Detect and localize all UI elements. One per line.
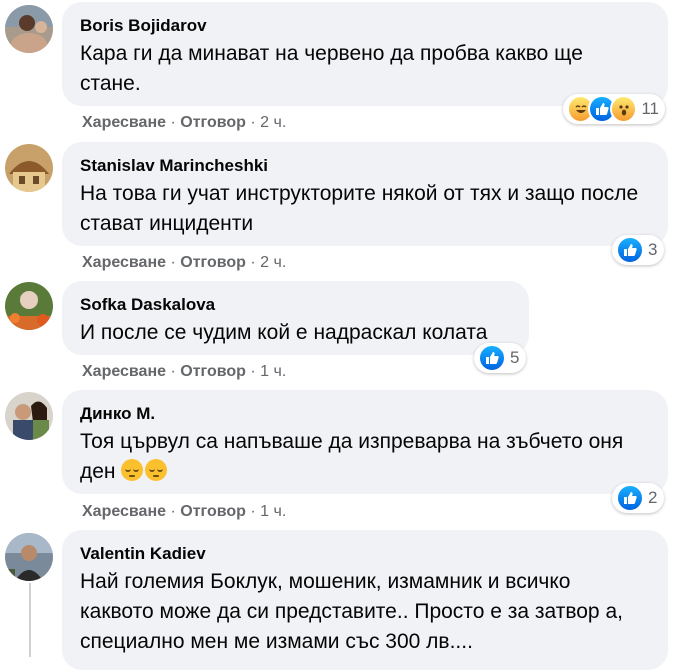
comment-text: На това ги учат инструкторите някой от т… <box>80 182 639 235</box>
comment-author[interactable]: Valentin Kadiev <box>80 543 650 565</box>
comment-actions: Харесване · Отговор · 1 ч. <box>82 362 286 382</box>
comment-author[interactable]: Stanislav Marincheshki <box>80 155 650 177</box>
separator: · <box>250 114 256 131</box>
avatar[interactable] <box>5 5 53 53</box>
comment-bubble: Sofka Daskalova И после се чудим кой е н… <box>62 281 529 355</box>
comment-text: И после се чудим кой е надраскал колата <box>80 321 488 344</box>
avatar[interactable] <box>5 144 53 192</box>
timestamp[interactable]: 1 ч. <box>260 363 286 380</box>
like-icon <box>616 236 644 264</box>
separator: · <box>250 254 256 271</box>
reaction-count: 2 <box>648 488 658 507</box>
reply-link[interactable]: Отговор <box>180 254 246 271</box>
separator: · <box>250 503 256 520</box>
avatar[interactable] <box>5 282 53 330</box>
like-icon <box>616 484 644 512</box>
comment-bubble: Boris Bojidarov Кара ги да минават на че… <box>62 2 668 106</box>
comment-text: Тоя цървул са напъваше да изпреварва на … <box>80 427 640 487</box>
reply-link[interactable]: Отговор <box>180 363 246 380</box>
timestamp[interactable]: 1 ч. <box>260 503 286 520</box>
comment-actions: Харесване · Отговор · 2 ч. <box>82 253 286 273</box>
reactions-summary[interactable]: 5 <box>474 343 526 373</box>
separator: · <box>170 503 176 520</box>
reaction-count: 11 <box>641 99 660 118</box>
comment-bubble: Динко М. Тоя цървул са напъваше да изпре… <box>62 390 668 494</box>
relieved-face-icon <box>145 459 168 481</box>
like-icon <box>478 344 506 372</box>
separator: · <box>170 363 176 380</box>
reply-link[interactable]: Отговор <box>180 114 246 131</box>
comment-bubble: Stanislav Marincheshki На това ги учат и… <box>62 142 668 246</box>
reply-link[interactable]: Отговор <box>180 503 246 520</box>
separator: · <box>170 114 176 131</box>
reaction-count: 5 <box>510 348 520 367</box>
comment-actions: Харесване · Отговор · 2 ч. <box>82 113 286 133</box>
reply-thread-line <box>29 583 31 657</box>
comment-bubble: Valentin Kadiev Най големия Боклук, моше… <box>62 530 668 670</box>
like-link[interactable]: Харесване <box>82 254 166 271</box>
avatar[interactable] <box>5 392 53 440</box>
separator: · <box>250 363 256 380</box>
wow-icon <box>609 95 638 123</box>
comment-author[interactable]: Sofka Daskalova <box>80 294 511 316</box>
reaction-count: 3 <box>648 240 658 259</box>
reactions-summary[interactable]: 3 <box>612 235 664 265</box>
reactions-summary[interactable]: 2 <box>612 483 664 513</box>
reactions-summary[interactable]: 11 <box>563 94 665 124</box>
timestamp[interactable]: 2 ч. <box>260 254 286 271</box>
comment-author[interactable]: Динко М. <box>80 403 650 425</box>
timestamp[interactable]: 2 ч. <box>260 114 286 131</box>
comment-actions: Харесване · Отговор · 1 ч. <box>82 502 286 522</box>
comment-text: Кара ги да минават на червено да пробва … <box>80 42 583 95</box>
relieved-face-icon <box>121 459 144 481</box>
avatar[interactable] <box>5 533 53 581</box>
comment-text: Най големия Боклук, мошеник, измамник и … <box>80 570 623 653</box>
comment-author[interactable]: Boris Bojidarov <box>80 15 650 37</box>
like-link[interactable]: Харесване <box>82 363 166 380</box>
like-link[interactable]: Харесване <box>82 503 166 520</box>
like-link[interactable]: Харесване <box>82 114 166 131</box>
separator: · <box>170 254 176 271</box>
